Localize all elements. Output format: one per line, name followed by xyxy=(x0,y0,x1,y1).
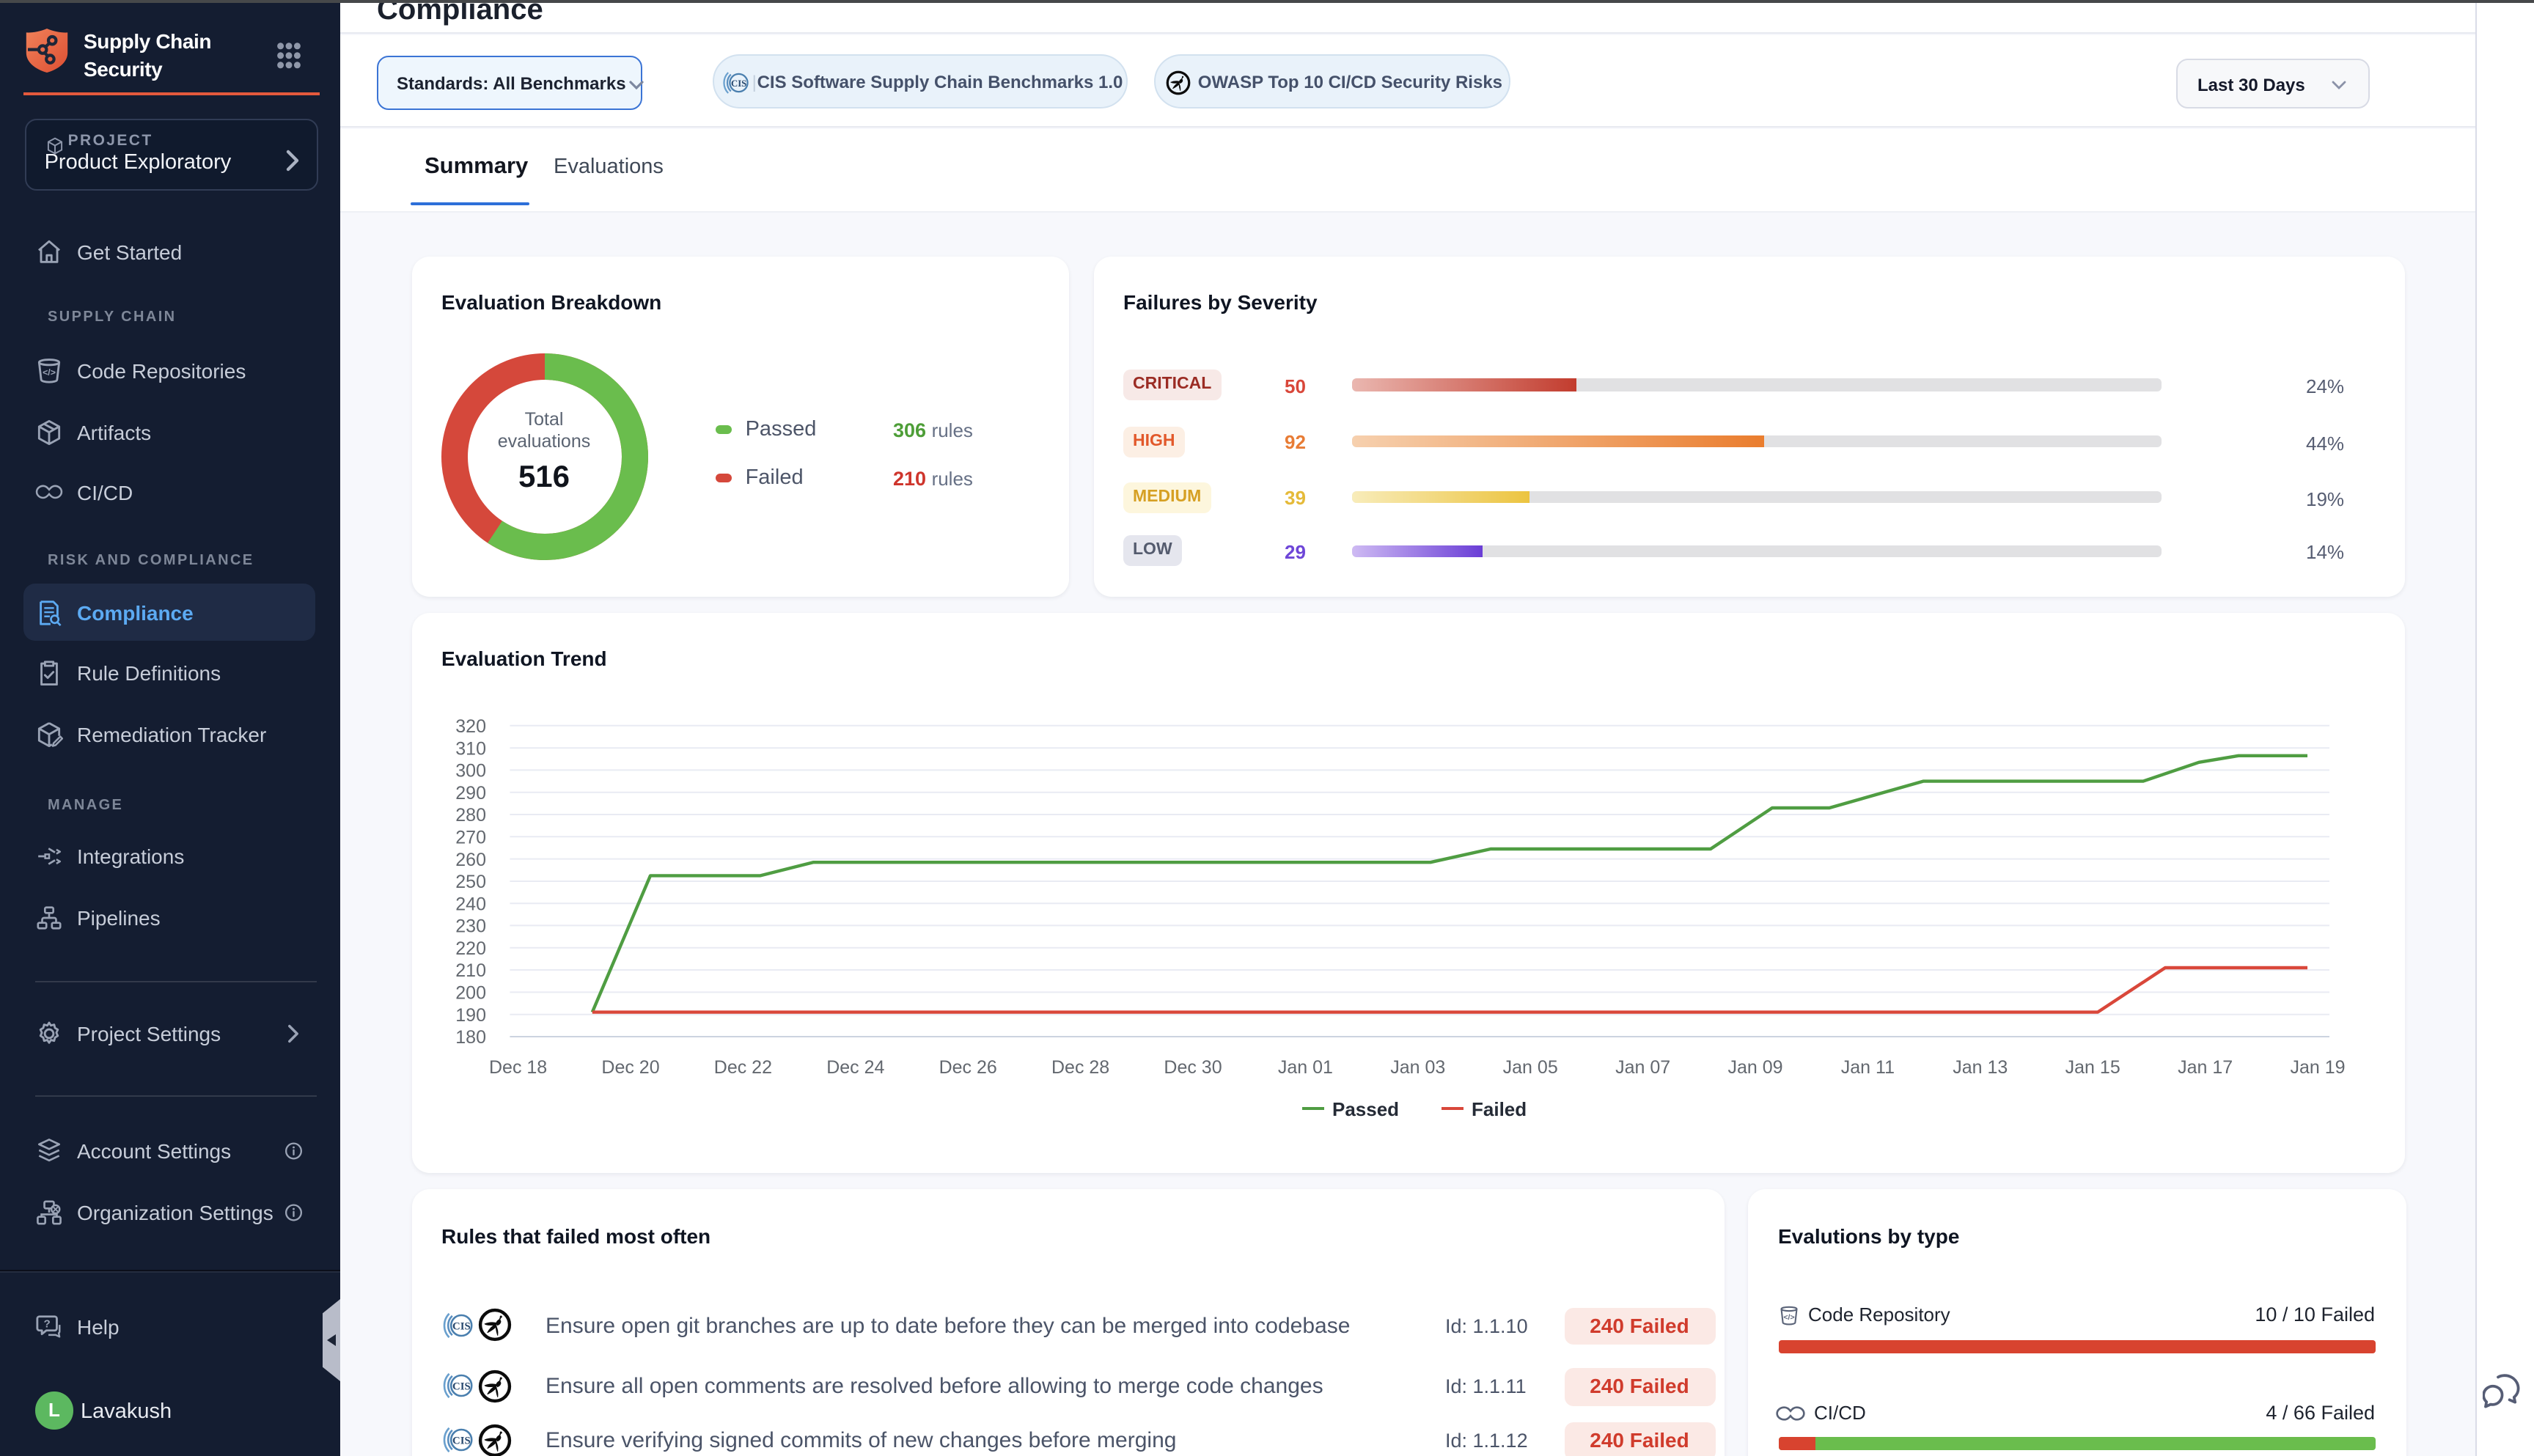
svg-text:Jan 07: Jan 07 xyxy=(1615,1057,1670,1078)
svg-text:220: 220 xyxy=(455,938,485,959)
svg-text:270: 270 xyxy=(455,827,485,848)
svg-text:</>: </> xyxy=(43,367,56,378)
svg-text:?: ? xyxy=(44,1318,51,1331)
svg-text:320: 320 xyxy=(455,716,485,737)
svg-text:310: 310 xyxy=(455,738,485,759)
svg-text:Jan 17: Jan 17 xyxy=(2177,1057,2232,1078)
svg-text:280: 280 xyxy=(455,805,485,826)
svg-text:Jan 09: Jan 09 xyxy=(1727,1057,1782,1078)
svg-text:Jan 19: Jan 19 xyxy=(2289,1057,2344,1078)
svg-text:Dec 26: Dec 26 xyxy=(939,1057,996,1078)
svg-text:290: 290 xyxy=(455,783,485,804)
svg-text:Dec 20: Dec 20 xyxy=(601,1057,658,1078)
svg-text:Jan 03: Jan 03 xyxy=(1389,1057,1444,1078)
svg-text:Dec 28: Dec 28 xyxy=(1051,1057,1109,1078)
svg-text:210: 210 xyxy=(455,960,485,981)
svg-text:Jan 11: Jan 11 xyxy=(1840,1057,1894,1078)
svg-text:</>: </> xyxy=(1783,1313,1794,1322)
svg-text:200: 200 xyxy=(455,983,485,1004)
svg-text:190: 190 xyxy=(455,1005,485,1026)
svg-text:Dec 22: Dec 22 xyxy=(713,1057,771,1078)
svg-text:240: 240 xyxy=(455,894,485,914)
svg-text:Jan 15: Jan 15 xyxy=(2065,1057,2120,1078)
svg-text:300: 300 xyxy=(455,761,485,782)
svg-text:230: 230 xyxy=(455,916,485,937)
svg-text:260: 260 xyxy=(455,850,485,870)
svg-text:Dec 24: Dec 24 xyxy=(826,1057,884,1078)
svg-text:Dec 18: Dec 18 xyxy=(488,1057,546,1078)
svg-text:180: 180 xyxy=(455,1027,485,1048)
svg-text:Dec 30: Dec 30 xyxy=(1163,1057,1221,1078)
svg-text:Jan 05: Jan 05 xyxy=(1502,1057,1557,1078)
svg-text:Jan 01: Jan 01 xyxy=(1277,1057,1332,1078)
svg-text:Jan 13: Jan 13 xyxy=(1952,1057,2007,1078)
svg-text:250: 250 xyxy=(455,872,485,892)
